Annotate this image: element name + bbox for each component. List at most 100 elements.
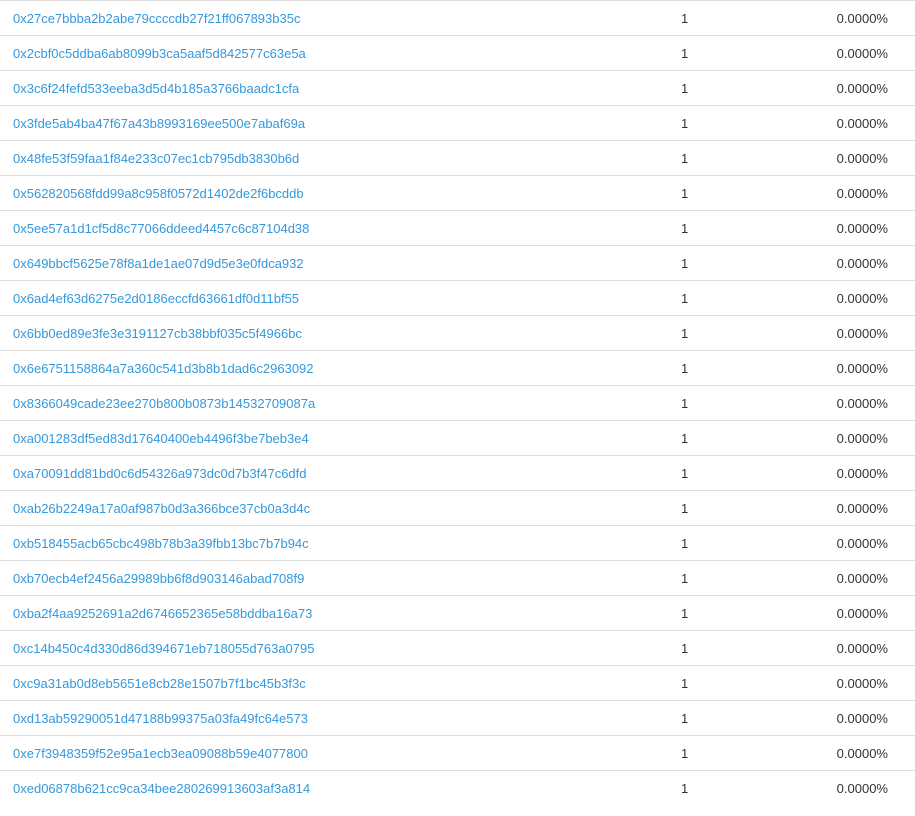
holder-address-link[interactable]: 0xb70ecb4ef2456a29989bb6f8d903146abad708… [13, 571, 304, 586]
percentage-cell: 0.0000% [790, 350, 915, 386]
table-row: 0xed06878b621cc9ca34bee280269913603af3a8… [0, 770, 915, 805]
table-row: 0xe7f3948359f52e95a1ecb3ea09088b59e40778… [0, 735, 915, 771]
address-cell: 0xc14b450c4d330d86d394671eb718055d763a07… [0, 630, 580, 666]
percentage-cell: 0.0000% [790, 70, 915, 106]
table-row: 0x2cbf0c5ddba6ab8099b3ca5aaf5d842577c63e… [0, 35, 915, 71]
address-cell: 0x2cbf0c5ddba6ab8099b3ca5aaf5d842577c63e… [0, 35, 580, 71]
percentage-cell: 0.0000% [790, 175, 915, 211]
quantity-cell: 1 [580, 700, 790, 736]
quantity-cell: 1 [580, 350, 790, 386]
percentage-cell: 0.0000% [790, 140, 915, 176]
address-cell: 0xc9a31ab0d8eb5651e8cb28e1507b7f1bc45b3f… [0, 665, 580, 701]
quantity-cell: 1 [580, 105, 790, 141]
holder-address-link[interactable]: 0xe7f3948359f52e95a1ecb3ea09088b59e40778… [13, 746, 308, 761]
percentage-cell: 0.0000% [790, 420, 915, 456]
quantity-cell: 1 [580, 735, 790, 771]
address-cell: 0x6bb0ed89e3fe3e3191127cb38bbf035c5f4966… [0, 315, 580, 351]
quantity-cell: 1 [580, 70, 790, 106]
holder-address-link[interactable]: 0x649bbcf5625e78f8a1de1ae07d9d5e3e0fdca9… [13, 256, 304, 271]
table-row: 0xd13ab59290051d47188b99375a03fa49fc64e5… [0, 700, 915, 736]
quantity-cell: 1 [580, 385, 790, 421]
holder-address-link[interactable]: 0x5ee57a1d1cf5d8c77066ddeed4457c6c87104d… [13, 221, 309, 236]
address-cell: 0xb518455acb65cbc498b78b3a39fbb13bc7b7b9… [0, 525, 580, 561]
quantity-cell: 1 [580, 525, 790, 561]
table-row: 0xc9a31ab0d8eb5651e8cb28e1507b7f1bc45b3f… [0, 665, 915, 701]
table-row: 0x6e6751158864a7a360c541d3b8b1dad6c29630… [0, 350, 915, 386]
table-row: 0x5ee57a1d1cf5d8c77066ddeed4457c6c87104d… [0, 210, 915, 246]
quantity-cell: 1 [580, 630, 790, 666]
holder-address-link[interactable]: 0x6ad4ef63d6275e2d0186eccfd63661df0d11bf… [13, 291, 299, 306]
holder-address-link[interactable]: 0xc9a31ab0d8eb5651e8cb28e1507b7f1bc45b3f… [13, 676, 306, 691]
holder-address-link[interactable]: 0x8366049cade23ee270b800b0873b1453270908… [13, 396, 315, 411]
table-row: 0xb518455acb65cbc498b78b3a39fbb13bc7b7b9… [0, 525, 915, 561]
holder-address-link[interactable]: 0xab26b2249a17a0af987b0d3a366bce37cb0a3d… [13, 501, 310, 516]
percentage-cell: 0.0000% [790, 560, 915, 596]
holder-address-link[interactable]: 0x562820568fdd99a8c958f0572d1402de2f6bcd… [13, 186, 304, 201]
table-row: 0xa001283df5ed83d17640400eb4496f3be7beb3… [0, 420, 915, 456]
percentage-cell: 0.0000% [790, 525, 915, 561]
table-row: 0x27ce7bbba2b2abe79ccccdb27f21ff067893b3… [0, 0, 915, 36]
percentage-cell: 0.0000% [790, 735, 915, 771]
address-cell: 0xed06878b621cc9ca34bee280269913603af3a8… [0, 770, 580, 805]
table-row: 0x649bbcf5625e78f8a1de1ae07d9d5e3e0fdca9… [0, 245, 915, 281]
address-cell: 0x6ad4ef63d6275e2d0186eccfd63661df0d11bf… [0, 280, 580, 316]
percentage-cell: 0.0000% [790, 210, 915, 246]
address-cell: 0x48fe53f59faa1f84e233c07ec1cb795db3830b… [0, 140, 580, 176]
quantity-cell: 1 [580, 665, 790, 701]
address-cell: 0x5ee57a1d1cf5d8c77066ddeed4457c6c87104d… [0, 210, 580, 246]
quantity-cell: 1 [580, 595, 790, 631]
quantity-cell: 1 [580, 0, 790, 36]
holder-address-link[interactable]: 0xba2f4aa9252691a2d6746652365e58bddba16a… [13, 606, 312, 621]
address-cell: 0xa001283df5ed83d17640400eb4496f3be7beb3… [0, 420, 580, 456]
address-cell: 0x3c6f24fefd533eeba3d5d4b185a3766baadc1c… [0, 70, 580, 106]
address-cell: 0x649bbcf5625e78f8a1de1ae07d9d5e3e0fdca9… [0, 245, 580, 281]
quantity-cell: 1 [580, 770, 790, 805]
percentage-cell: 0.0000% [790, 490, 915, 526]
table-row: 0x6ad4ef63d6275e2d0186eccfd63661df0d11bf… [0, 280, 915, 316]
holder-address-link[interactable]: 0x27ce7bbba2b2abe79ccccdb27f21ff067893b3… [13, 11, 300, 26]
holder-address-link[interactable]: 0xa70091dd81bd0c6d54326a973dc0d7b3f47c6d… [13, 466, 307, 481]
percentage-cell: 0.0000% [790, 280, 915, 316]
holders-table: 0x27ce7bbba2b2abe79ccccdb27f21ff067893b3… [0, 0, 915, 805]
quantity-cell: 1 [580, 560, 790, 596]
address-cell: 0x562820568fdd99a8c958f0572d1402de2f6bcd… [0, 175, 580, 211]
holder-address-link[interactable]: 0xd13ab59290051d47188b99375a03fa49fc64e5… [13, 711, 308, 726]
holder-address-link[interactable]: 0x3fde5ab4ba47f67a43b8993169ee500e7abaf6… [13, 116, 305, 131]
holder-address-link[interactable]: 0x3c6f24fefd533eeba3d5d4b185a3766baadc1c… [13, 81, 299, 96]
table-row: 0xa70091dd81bd0c6d54326a973dc0d7b3f47c6d… [0, 455, 915, 491]
table-row: 0xb70ecb4ef2456a29989bb6f8d903146abad708… [0, 560, 915, 596]
percentage-cell: 0.0000% [790, 595, 915, 631]
holder-address-link[interactable]: 0x2cbf0c5ddba6ab8099b3ca5aaf5d842577c63e… [13, 46, 306, 61]
holders-table-body: 0x27ce7bbba2b2abe79ccccdb27f21ff067893b3… [0, 0, 915, 805]
percentage-cell: 0.0000% [790, 665, 915, 701]
address-cell: 0xd13ab59290051d47188b99375a03fa49fc64e5… [0, 700, 580, 736]
quantity-cell: 1 [580, 455, 790, 491]
quantity-cell: 1 [580, 490, 790, 526]
address-cell: 0xab26b2249a17a0af987b0d3a366bce37cb0a3d… [0, 490, 580, 526]
table-row: 0xba2f4aa9252691a2d6746652365e58bddba16a… [0, 595, 915, 631]
quantity-cell: 1 [580, 245, 790, 281]
percentage-cell: 0.0000% [790, 770, 915, 805]
table-row: 0x6bb0ed89e3fe3e3191127cb38bbf035c5f4966… [0, 315, 915, 351]
table-row: 0xc14b450c4d330d86d394671eb718055d763a07… [0, 630, 915, 666]
holder-address-link[interactable]: 0x6e6751158864a7a360c541d3b8b1dad6c29630… [13, 361, 314, 376]
quantity-cell: 1 [580, 140, 790, 176]
holder-address-link[interactable]: 0xc14b450c4d330d86d394671eb718055d763a07… [13, 641, 314, 656]
quantity-cell: 1 [580, 420, 790, 456]
percentage-cell: 0.0000% [790, 700, 915, 736]
percentage-cell: 0.0000% [790, 385, 915, 421]
holder-address-link[interactable]: 0xb518455acb65cbc498b78b3a39fbb13bc7b7b9… [13, 536, 309, 551]
percentage-cell: 0.0000% [790, 35, 915, 71]
holder-address-link[interactable]: 0x48fe53f59faa1f84e233c07ec1cb795db3830b… [13, 151, 299, 166]
percentage-cell: 0.0000% [790, 0, 915, 36]
address-cell: 0xb70ecb4ef2456a29989bb6f8d903146abad708… [0, 560, 580, 596]
percentage-cell: 0.0000% [790, 455, 915, 491]
holder-address-link[interactable]: 0xed06878b621cc9ca34bee280269913603af3a8… [13, 781, 310, 796]
table-row: 0x48fe53f59faa1f84e233c07ec1cb795db3830b… [0, 140, 915, 176]
address-cell: 0x27ce7bbba2b2abe79ccccdb27f21ff067893b3… [0, 0, 580, 36]
holder-address-link[interactable]: 0xa001283df5ed83d17640400eb4496f3be7beb3… [13, 431, 309, 446]
table-row: 0xab26b2249a17a0af987b0d3a366bce37cb0a3d… [0, 490, 915, 526]
address-cell: 0xe7f3948359f52e95a1ecb3ea09088b59e40778… [0, 735, 580, 771]
holder-address-link[interactable]: 0x6bb0ed89e3fe3e3191127cb38bbf035c5f4966… [13, 326, 302, 341]
quantity-cell: 1 [580, 175, 790, 211]
